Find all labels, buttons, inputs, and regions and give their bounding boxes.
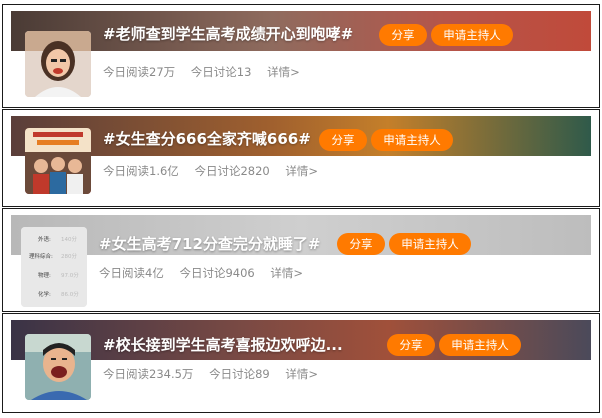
topic-thumbnail[interactable] — [25, 334, 91, 400]
svg-text:外语:: 外语: — [38, 235, 51, 243]
principal-photo — [25, 334, 91, 400]
today-discussions: 今日讨论9406 — [179, 266, 255, 280]
share-button[interactable]: 分享 — [379, 24, 427, 46]
detail-link[interactable]: 详情> — [285, 367, 318, 381]
topic-title[interactable]: #老师查到学生高考成绩开心到咆哮# — [103, 23, 353, 44]
apply-host-button[interactable]: 申请主持人 — [431, 24, 513, 46]
topic-card: #女生查分666全家齐喊666# 分享 申请主持人 今日阅读1.6亿 今日讨论2… — [2, 109, 600, 207]
teacher-photo — [25, 31, 91, 97]
today-discussions: 今日讨论2820 — [194, 164, 270, 178]
apply-host-button[interactable]: 申请主持人 — [439, 334, 521, 356]
topic-card: 外语: 140分 理科综合: 280分 物理: 97.0分 化学: 86.0分 … — [2, 208, 600, 312]
today-reads: 今日阅读27万 — [103, 65, 176, 79]
apply-host-button[interactable]: 申请主持人 — [389, 233, 471, 255]
svg-text:280分: 280分 — [61, 252, 77, 260]
topic-title[interactable]: #校长接到学生高考喜报边欢呼边... — [103, 334, 343, 355]
topic-stats: 今日阅读234.5万 今日讨论89 详情> — [103, 366, 330, 382]
topic-thumbnail[interactable]: 外语: 140分 理科综合: 280分 物理: 97.0分 化学: 86.0分 — [21, 227, 87, 307]
topic-thumbnail[interactable] — [25, 31, 91, 97]
topic-stats: 今日阅读4亿 今日讨论9406 详情> — [99, 265, 315, 281]
today-discussions: 今日讨论13 — [190, 65, 252, 79]
share-button[interactable]: 分享 — [387, 334, 435, 356]
today-reads: 今日阅读1.6亿 — [103, 164, 179, 178]
apply-host-button[interactable]: 申请主持人 — [371, 129, 453, 151]
svg-text:理科综合:: 理科综合: — [29, 252, 53, 260]
detail-link[interactable]: 详情> — [285, 164, 318, 178]
score-sheet-image: 外语: 140分 理科综合: 280分 物理: 97.0分 化学: 86.0分 — [21, 227, 87, 307]
share-button[interactable]: 分享 — [319, 129, 367, 151]
today-reads: 今日阅读234.5万 — [103, 367, 194, 381]
svg-text:化学:: 化学: — [38, 290, 51, 298]
svg-text:86.0分: 86.0分 — [61, 290, 79, 298]
topic-title[interactable]: #女生查分666全家齐喊666# — [103, 128, 311, 149]
svg-text:97.0分: 97.0分 — [61, 271, 79, 279]
today-reads: 今日阅读4亿 — [99, 266, 164, 280]
detail-link[interactable]: 详情> — [270, 266, 303, 280]
today-discussions: 今日讨论89 — [209, 367, 270, 381]
detail-link[interactable]: 详情> — [267, 65, 300, 79]
svg-text:140分: 140分 — [61, 235, 77, 243]
topic-title[interactable]: #女生高考712分查完分就睡了# — [99, 233, 320, 254]
topic-stats: 今日阅读27万 今日讨论13 详情> — [103, 64, 312, 80]
topic-card: #老师查到学生高考成绩开心到咆哮# 分享 申请主持人 今日阅读27万 今日讨论1… — [2, 4, 600, 108]
topic-card: #校长接到学生高考喜报边欢呼边... 分享 申请主持人 今日阅读234.5万 今… — [2, 313, 600, 413]
topic-stats: 今日阅读1.6亿 今日讨论2820 详情> — [103, 163, 330, 179]
svg-text:物理:: 物理: — [38, 271, 51, 279]
topic-thumbnail[interactable] — [25, 128, 91, 194]
family-photo — [25, 128, 91, 194]
share-button[interactable]: 分享 — [337, 233, 385, 255]
